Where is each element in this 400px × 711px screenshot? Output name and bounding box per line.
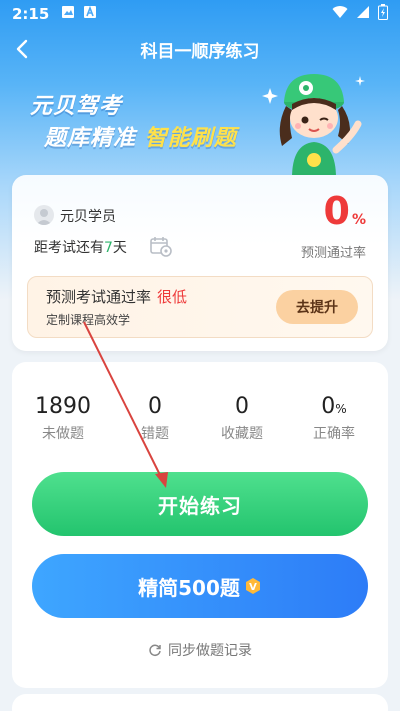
stat-number: 0 [321,394,336,419]
gallery-icon [61,5,75,23]
username: 元贝学员 [60,209,116,225]
sync-records-link[interactable]: 同步做题记录 [12,640,388,660]
stat-unit: % [335,402,347,416]
stat-number: 1890 [35,394,91,419]
stat-value: 0 [195,394,289,419]
stat-value: 1890 [16,394,110,419]
alert-title-text: 预测考试通过率 [46,288,152,306]
bottom-card [12,694,388,711]
stat-value: 0 [108,394,202,419]
status-time: 2:15 [12,5,50,23]
pass-rate-number: 0 [323,189,350,233]
pass-rate-alert: 预测考试通过率 很低 定制课程高效学 去提升 [27,276,373,338]
sync-label: 同步做题记录 [168,643,252,659]
simplified-label: 精简500题 [138,575,240,600]
navigation-bar: 科目一顺序练习 [0,28,400,70]
battery-icon [378,4,388,24]
refresh-icon [149,644,161,657]
banner-brand: 元贝驾考 [30,94,123,119]
stat-wrong[interactable]: 0 错题 [108,394,202,443]
stat-favorites[interactable]: 0 收藏题 [195,394,289,443]
countdown-prefix: 距考试还有 [34,240,104,256]
alert-level: 很低 [157,288,188,306]
app-notification-icon [83,5,97,23]
pass-rate-value: 0% [324,189,366,233]
pass-rate-unit: % [351,212,366,228]
stat-unanswered[interactable]: 1890 未做题 [16,394,110,443]
banner-slogan-part1: 题库精准 [44,126,137,151]
pass-rate-label: 预测通过率 [300,246,366,261]
stat-label: 错题 [141,426,169,442]
alert-subtitle: 定制课程高效学 [46,313,131,327]
start-practice-button[interactable]: 开始练习 [32,472,368,536]
stat-number: 0 [148,394,162,419]
banner-slogan: 题库精准 智能刷题 [44,120,237,152]
countdown-suffix: 天 [112,240,127,256]
stat-number: 0 [235,394,249,419]
mascot-illustration [262,74,365,178]
stat-value: 0% [287,394,381,419]
simplified-500-button[interactable]: 精简500题 V [32,554,368,618]
stat-label: 收藏题 [221,426,263,442]
stat-accuracy[interactable]: 0% 正确率 [287,394,381,443]
vip-badge-icon: V [244,577,262,595]
banner-slogan-part2: 智能刷题 [144,126,237,151]
wifi-icon [332,5,348,23]
status-bar: 2:15 [0,0,400,28]
countdown-days: 7 [104,240,113,256]
back-button[interactable] [10,36,36,62]
page-title: 科目一顺序练习 [140,41,260,62]
avatar[interactable] [34,205,54,225]
alert-title: 预测考试通过率 很低 [46,286,187,307]
calendar-settings-icon[interactable] [150,235,172,257]
stat-label: 正确率 [313,426,355,442]
vip-badge-text: V [249,582,257,593]
improve-button[interactable]: 去提升 [276,290,358,324]
stat-label: 未做题 [42,426,84,442]
exam-countdown: 距考试还有7天 [34,237,127,257]
practice-card: 1890 未做题 0 错题 0 收藏题 0% 正确率 开始练习 精简500题 V… [12,362,388,688]
signal-icon [356,5,370,23]
chevron-left-icon [16,39,28,59]
profile-card: 元贝学员 距考试还有7天 0% 预测通过率 预测考试通过率 很低 定制课程高效学 … [12,175,388,351]
